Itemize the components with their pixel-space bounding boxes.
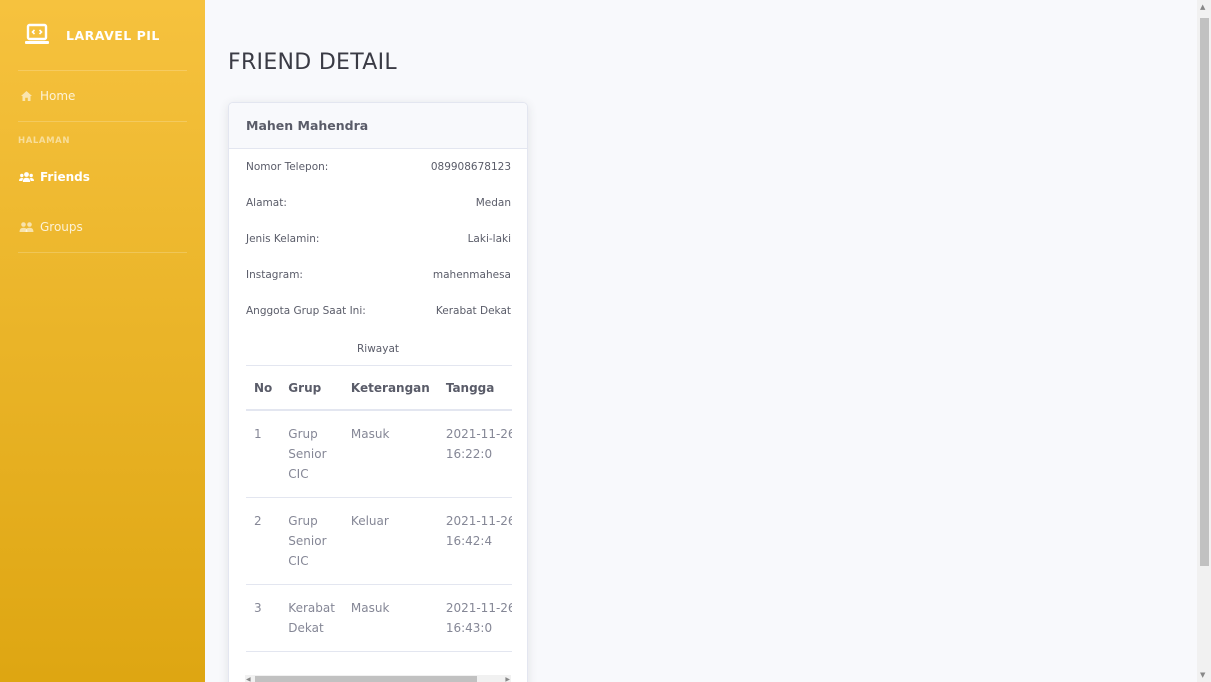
info-label: Nomor Telepon: — [246, 161, 329, 173]
users-icon — [18, 170, 34, 184]
column-header: Tangga — [437, 366, 512, 411]
history-title: Riwayat — [357, 343, 399, 355]
cell-grup: Grup Senior CIC — [280, 410, 343, 498]
sidebar-item-friends[interactable]: Friends — [0, 152, 205, 202]
cell-grup: Grup Senior CIC — [280, 497, 343, 585]
brand-name: LARAVEL PIL — [66, 27, 160, 43]
scroll-left-icon[interactable]: ◀ — [246, 676, 251, 682]
info-label: Jenis Kelamin: — [246, 233, 320, 245]
info-row-address: Alamat: Medan — [229, 185, 527, 221]
history-table: No Grup Keterangan Tangga 1 Grup Senior … — [246, 366, 512, 652]
column-header: Grup — [280, 366, 343, 411]
history-table-container[interactable]: No Grup Keterangan Tangga 1 Grup Senior … — [246, 365, 512, 682]
friend-name: Mahen Mahendra — [229, 103, 527, 149]
cell-keterangan: Masuk — [342, 410, 438, 498]
laptop-code-icon — [24, 22, 50, 48]
page-vertical-scrollbar[interactable]: ▲ ▼ — [1197, 0, 1211, 682]
info-value: 089908678123 — [430, 161, 511, 173]
page-title: FRIEND DETAIL — [228, 50, 397, 75]
cell-tanggal: 2021-11-26 16:43:0 — [437, 584, 512, 652]
info-value: Medan — [475, 197, 511, 209]
cell-no: 3 — [246, 584, 281, 652]
info-row-current-group: Anggota Grup Saat Ini: Kerabat Dekat — [229, 293, 527, 329]
cell-keterangan: Masuk — [342, 584, 438, 652]
sidebar-item-label: Friends — [40, 170, 90, 184]
table-header-row: No Grup Keterangan Tangga — [246, 366, 512, 411]
sidebar-item-label: Home — [40, 89, 76, 103]
main-content: FRIEND DETAIL Mahen Mahendra Nomor Telep… — [205, 0, 1197, 682]
info-row-instagram: Instagram: mahenmahesa — [229, 257, 527, 293]
info-label: Alamat: — [246, 197, 287, 209]
sidebar-divider — [18, 252, 187, 253]
sidebar-item-home[interactable]: Home — [0, 71, 205, 121]
table-row: 2 Grup Senior CIC Keluar 2021-11-26 16:4… — [246, 497, 512, 585]
cell-grup: Kerabat Dekat — [280, 584, 343, 652]
info-value: Laki-laki — [467, 233, 511, 245]
sidebar-item-label: Groups — [40, 220, 83, 234]
scroll-right-icon[interactable]: ▶ — [505, 676, 510, 682]
friend-detail-card: Mahen Mahendra Nomor Telepon: 0899086781… — [228, 102, 528, 682]
info-label: Anggota Grup Saat Ini: — [246, 305, 366, 317]
cell-no: 1 — [246, 410, 281, 498]
table-horizontal-scrollbar[interactable]: ◀ ▶ — [245, 675, 511, 682]
info-value: mahenmahesa — [432, 269, 511, 281]
sidebar: LARAVEL PIL Home HALAMAN Friends Groups — [0, 0, 205, 682]
info-row-phone: Nomor Telepon: 089908678123 — [229, 149, 527, 185]
scroll-down-icon[interactable]: ▼ — [1200, 671, 1205, 679]
cell-keterangan: Keluar — [342, 497, 438, 585]
scrollbar-thumb[interactable] — [255, 676, 477, 682]
user-group-icon — [18, 220, 34, 234]
cell-no: 2 — [246, 497, 281, 585]
home-icon — [18, 89, 34, 103]
cell-tanggal: 2021-11-26 16:22:0 — [437, 410, 512, 498]
cell-tanggal: 2021-11-26 16:42:4 — [437, 497, 512, 585]
info-value: Kerabat Dekat — [435, 305, 511, 317]
sidebar-heading: HALAMAN — [18, 136, 71, 146]
sidebar-item-groups[interactable]: Groups — [0, 202, 205, 252]
column-header: Keterangan — [342, 366, 438, 411]
column-header: No — [246, 366, 281, 411]
sidebar-brand[interactable]: LARAVEL PIL — [0, 0, 205, 70]
info-row-gender: Jenis Kelamin: Laki-laki — [229, 221, 527, 257]
scroll-up-icon[interactable]: ▲ — [1200, 3, 1205, 11]
table-row: 3 Kerabat Dekat Masuk 2021-11-26 16:43:0 — [246, 584, 512, 652]
info-label: Instagram: — [246, 269, 303, 281]
scrollbar-thumb[interactable] — [1200, 18, 1209, 566]
table-row: 1 Grup Senior CIC Masuk 2021-11-26 16:22… — [246, 410, 512, 498]
